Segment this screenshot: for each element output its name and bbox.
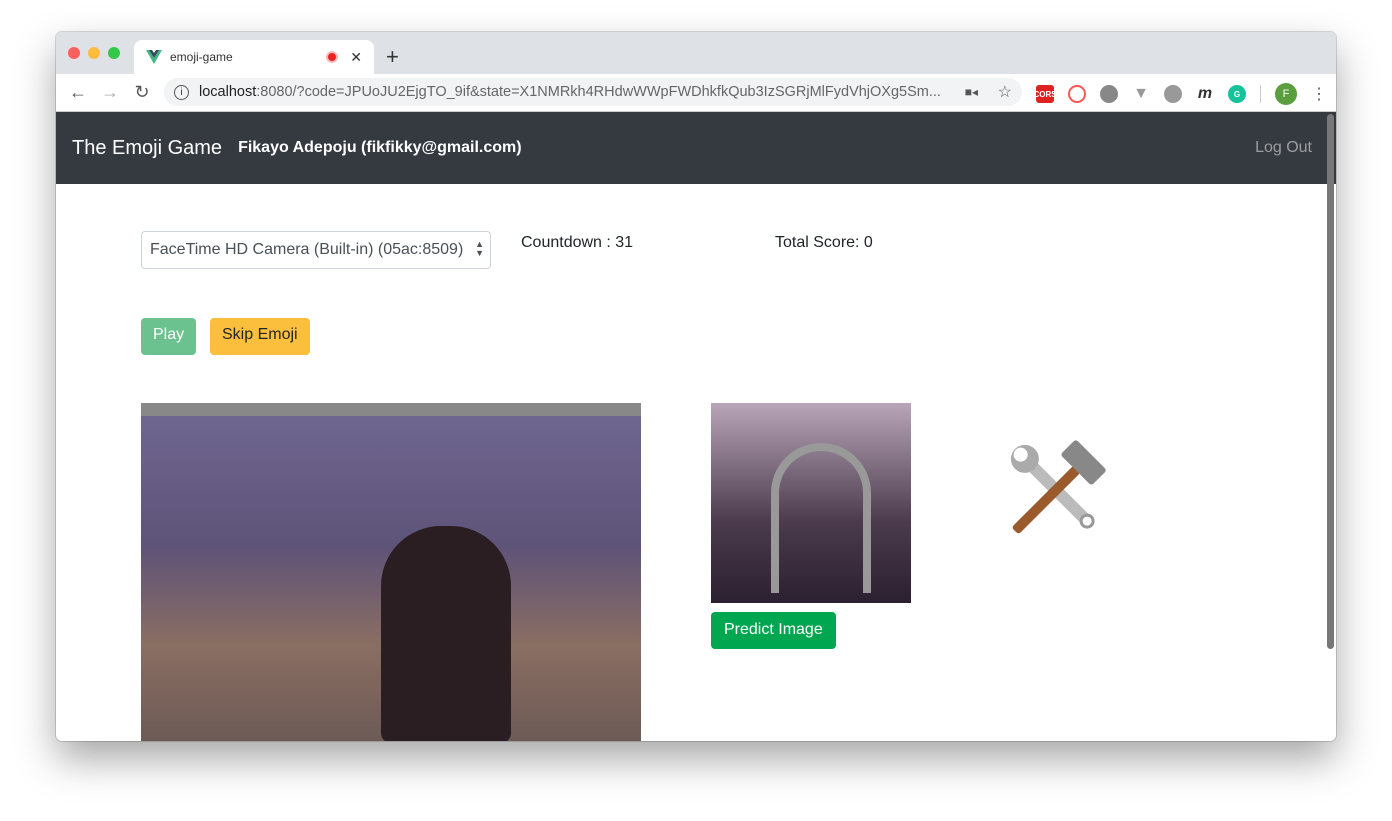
url-path: :8080/?code=JPUoJU2EjgTO_9if&state=X1NMR… — [256, 84, 941, 100]
predict-image-button[interactable]: Predict Image — [711, 612, 836, 649]
m-extension-icon[interactable]: m — [1196, 85, 1214, 103]
tomato-extension-icon[interactable] — [1100, 85, 1118, 103]
new-tab-button[interactable]: + — [386, 44, 399, 70]
browser-window: emoji-game ✕ + ← → ↻ i localhost:8080/?c… — [56, 32, 1336, 741]
browser-tab[interactable]: emoji-game ✕ — [134, 40, 374, 74]
maximize-window-button[interactable] — [108, 47, 120, 59]
menu-icon[interactable]: ⋮ — [1311, 84, 1327, 104]
scrollbar[interactable] — [1327, 114, 1334, 649]
vue-devtools-icon[interactable]: ▼ — [1132, 85, 1150, 103]
webcam-video — [141, 403, 641, 741]
url-input[interactable]: i localhost:8080/?code=JPUoJU2EjgTO_9if&… — [164, 78, 1022, 106]
vue-logo-icon — [146, 50, 162, 64]
camera-in-use-icon[interactable]: ■◂ — [965, 85, 978, 99]
logout-link[interactable]: Log Out — [1255, 139, 1312, 157]
info-icon[interactable]: i — [174, 84, 189, 100]
camera-select[interactable]: FaceTime HD Camera (Built-in) (05ac:8509… — [141, 231, 491, 269]
navbar: The Emoji Game Fikayo Adepoju (fikfikky@… — [56, 112, 1336, 184]
url-host: localhost — [199, 84, 257, 100]
play-button[interactable]: Play — [141, 318, 197, 355]
address-bar-row: ← → ↻ i localhost:8080/?code=JPUoJU2EjgT… — [56, 74, 1336, 112]
back-icon[interactable]: ← — [62, 82, 94, 103]
select-arrows-icon: ▲ ▼ — [475, 239, 484, 258]
film-extension-icon[interactable] — [1164, 85, 1182, 103]
bookmark-star-icon[interactable]: ☆ — [998, 82, 1012, 102]
extension-swirl-icon[interactable] — [1068, 85, 1086, 103]
close-tab-icon[interactable]: ✕ — [350, 49, 362, 66]
reload-icon[interactable]: ↻ — [126, 82, 158, 103]
recording-icon — [326, 51, 339, 63]
skip-emoji-button[interactable]: Skip Emoji — [210, 318, 310, 355]
countdown: Countdown : 31 — [521, 234, 634, 251]
captured-snapshot — [711, 403, 911, 603]
close-window-button[interactable] — [68, 47, 80, 59]
minimize-window-button[interactable] — [88, 47, 100, 59]
tab-bar: emoji-game ✕ + — [56, 32, 1336, 74]
total-score: Total Score: 0 — [775, 234, 873, 251]
cors-extension-icon[interactable]: CORS — [1033, 85, 1057, 103]
user-info: Fikayo Adepoju (fikfikky@gmail.com) — [238, 139, 522, 156]
forward-icon[interactable]: → — [94, 82, 126, 103]
brand[interactable]: The Emoji Game — [72, 137, 222, 160]
profile-avatar[interactable]: F — [1275, 83, 1297, 105]
grammarly-icon[interactable]: G — [1228, 85, 1246, 103]
hammer-and-wrench-emoji — [1010, 440, 1106, 534]
tab-title: emoji-game — [170, 50, 233, 64]
